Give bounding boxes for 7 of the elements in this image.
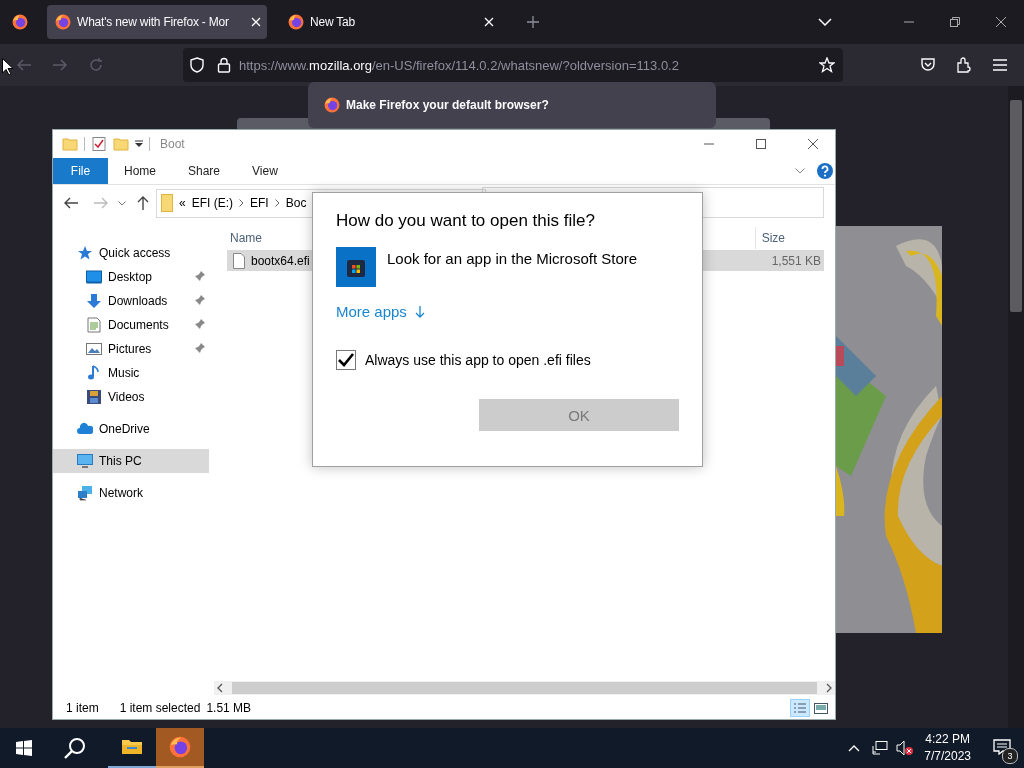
status-text: 1 item	[66, 701, 99, 715]
notification-count: 3	[1002, 747, 1018, 764]
window-title: Boot	[160, 137, 185, 151]
status-text: 1 item selected	[119, 701, 201, 715]
dialog-title: How do you want to open this file?	[336, 211, 596, 231]
notification-text: Make Firefox your default browser?	[346, 98, 549, 112]
status-text: 1.51 MB	[206, 701, 252, 715]
